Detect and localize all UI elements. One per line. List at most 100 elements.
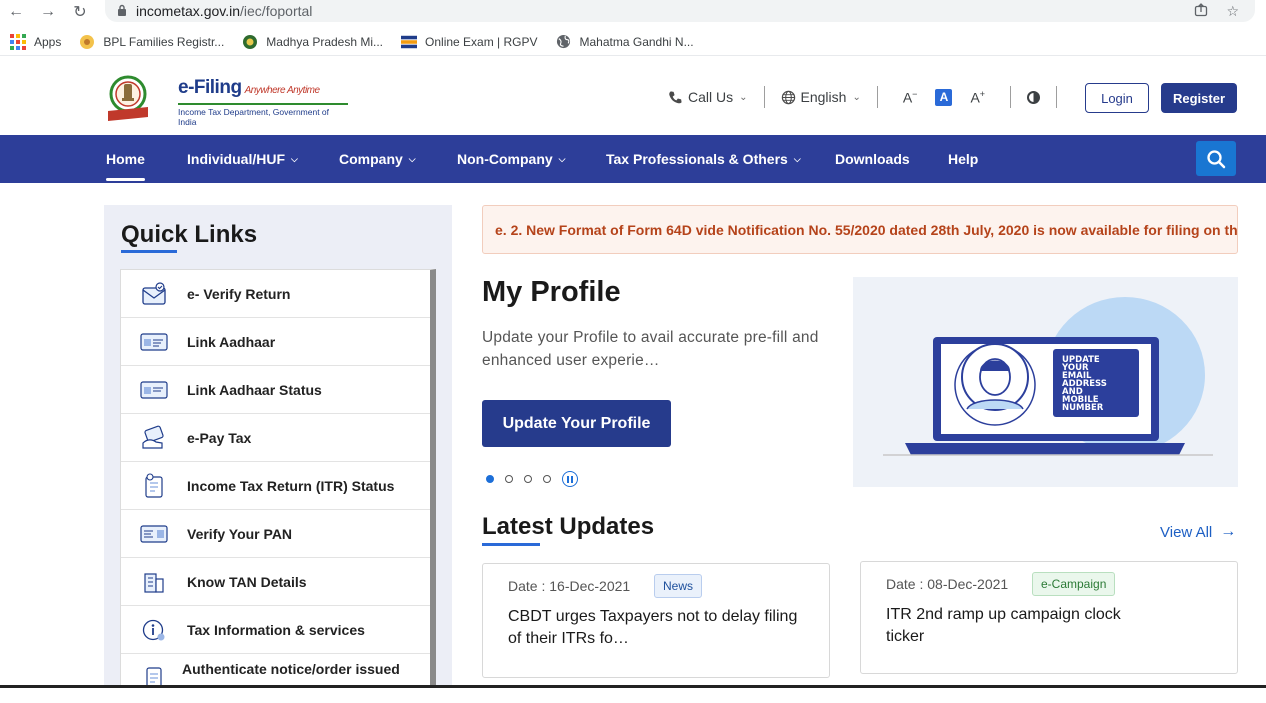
divider bbox=[1010, 86, 1012, 108]
nav-tax-professionals[interactable]: Tax Professionals & Others ⌵ bbox=[606, 135, 801, 183]
update-date: Date : 08-Dec-2021 bbox=[886, 576, 1009, 592]
quick-links-panel: Quick Links e- Verify Return Link Aadhaa… bbox=[104, 205, 452, 685]
pay-tax-icon bbox=[139, 425, 169, 451]
contrast-icon[interactable] bbox=[1027, 90, 1041, 104]
pan-card-icon bbox=[139, 521, 169, 547]
title-underline bbox=[482, 543, 540, 546]
update-card[interactable]: Date : 08-Dec-2021 e-Campaign ITR 2nd ra… bbox=[860, 561, 1238, 674]
carousel-dot[interactable] bbox=[505, 475, 513, 483]
nav-individual-huf[interactable]: Individual/HUF ⌵ bbox=[187, 135, 298, 183]
divider bbox=[1056, 86, 1058, 108]
carousel-dot[interactable] bbox=[486, 475, 494, 483]
site-header: e-Filing Anywhere Anytime Income Tax Depa… bbox=[0, 60, 1266, 135]
bookmark-apps[interactable]: Apps bbox=[10, 33, 61, 50]
view-all-link[interactable]: View All → bbox=[1160, 523, 1236, 541]
register-button[interactable]: Register bbox=[1161, 83, 1237, 113]
my-profile-title: My Profile bbox=[482, 276, 621, 308]
verify-return-icon bbox=[139, 281, 169, 307]
title-underline bbox=[121, 250, 177, 253]
font-increase-button[interactable]: A+ bbox=[970, 89, 985, 106]
bookmark-mp[interactable]: Madhya Pradesh Mi... bbox=[242, 34, 383, 50]
main-navigation: Home Individual/HUF ⌵ Company ⌵ Non-Compan… bbox=[0, 135, 1266, 183]
news-badge: News bbox=[654, 574, 703, 598]
globe-icon bbox=[781, 90, 796, 105]
itr-status-icon bbox=[139, 472, 169, 499]
update-headline: ITR 2nd ramp up campaign clock ticker bbox=[886, 606, 1121, 645]
quick-link-e-pay-tax[interactable]: e-Pay Tax bbox=[121, 414, 430, 462]
campaign-badge: e-Campaign bbox=[1032, 572, 1116, 596]
nav-help[interactable]: Help bbox=[948, 135, 978, 183]
bookmark-favicon bbox=[401, 34, 418, 50]
aadhaar-status-icon bbox=[139, 377, 169, 403]
update-profile-button[interactable]: Update Your Profile bbox=[482, 400, 671, 447]
search-icon bbox=[1206, 149, 1226, 169]
quick-link-authenticate-notice[interactable]: Authenticate notice/order issued by ITD bbox=[121, 654, 430, 685]
quick-link-link-aadhaar[interactable]: Link Aadhaar bbox=[121, 318, 430, 366]
aadhaar-card-icon bbox=[139, 329, 169, 355]
star-icon[interactable]: ☆ bbox=[1226, 3, 1239, 20]
bookmark-favicon bbox=[242, 34, 258, 50]
bookmark-bpl[interactable]: BPL Families Registr... bbox=[79, 34, 224, 50]
bookmarks-bar: Apps BPL Families Registr... Madhya Prad… bbox=[0, 28, 1266, 56]
globe-icon bbox=[556, 34, 572, 50]
quick-link-tax-information[interactable]: Tax Information & services bbox=[121, 606, 430, 654]
lock-icon bbox=[117, 4, 127, 19]
chevron-down-icon: ⌵ bbox=[291, 153, 298, 164]
quick-links-title: Quick Links bbox=[121, 221, 258, 248]
language-selector[interactable]: English ⌄ bbox=[781, 89, 861, 105]
document-icon bbox=[139, 664, 169, 685]
login-button[interactable]: Login bbox=[1085, 83, 1149, 113]
chevron-down-icon: ⌄ bbox=[739, 91, 748, 103]
bookmark-mgnrega[interactable]: Mahatma Gandhi N... bbox=[556, 34, 694, 50]
nav-home[interactable]: Home bbox=[106, 135, 145, 183]
update-card[interactable]: Date : 16-Dec-2021 News CBDT urges Taxpa… bbox=[482, 563, 830, 678]
chevron-down-icon: ⌄ bbox=[852, 91, 861, 103]
back-icon[interactable]: ← bbox=[0, 0, 32, 24]
divider bbox=[876, 86, 878, 108]
bookmark-favicon bbox=[79, 34, 95, 50]
divider bbox=[763, 86, 765, 108]
bookmark-rgpv[interactable]: Online Exam | RGPV bbox=[401, 34, 538, 50]
efiling-logo[interactable]: e-Filing Anywhere Anytime Income Tax Depa… bbox=[106, 73, 348, 127]
nav-non-company[interactable]: Non-Company ⌵ bbox=[457, 135, 566, 183]
share-icon[interactable] bbox=[1194, 3, 1208, 20]
quick-link-verify-pan[interactable]: Verify Your PAN bbox=[121, 510, 430, 558]
call-us-button[interactable]: Call Us ⌄ bbox=[668, 89, 748, 105]
apps-grid-icon bbox=[10, 33, 26, 50]
taskbar-edge bbox=[0, 685, 1266, 688]
carousel-indicators bbox=[486, 471, 578, 487]
building-icon bbox=[139, 569, 169, 595]
my-profile-description: Update your Profile to avail accurate pr… bbox=[482, 329, 819, 369]
quick-link-itr-status[interactable]: Income Tax Return (ITR) Status bbox=[121, 462, 430, 510]
carousel-pause-icon[interactable] bbox=[562, 471, 578, 487]
nav-downloads[interactable]: Downloads bbox=[835, 135, 910, 183]
emblem-icon bbox=[106, 73, 174, 121]
info-icon bbox=[139, 617, 169, 643]
quick-links-list[interactable]: e- Verify Return Link Aadhaar Link Aadha… bbox=[120, 269, 436, 685]
search-button[interactable] bbox=[1196, 141, 1236, 176]
carousel-dot[interactable] bbox=[524, 475, 532, 483]
phone-icon bbox=[668, 90, 683, 105]
laptop-illustration: UPDATE YOUR EMAIL ADDRESS AND MOBILE NUM… bbox=[853, 277, 1238, 487]
reload-icon[interactable]: ↻ bbox=[64, 0, 96, 24]
url-path: /iec/foportal bbox=[240, 3, 313, 19]
quick-link-e-verify-return[interactable]: e- Verify Return bbox=[121, 270, 430, 318]
announcement-ticker[interactable]: e. 2. New Format of Form 64D vide Notifi… bbox=[482, 205, 1238, 254]
visual-text-6: NUMBER bbox=[1062, 403, 1104, 413]
font-decrease-button[interactable]: A− bbox=[903, 89, 918, 106]
address-bar[interactable]: incometax.gov.in/iec/foportal ☆ bbox=[105, 0, 1255, 22]
nav-company[interactable]: Company ⌵ bbox=[339, 135, 416, 183]
logo-title: e-Filing Anywhere Anytime bbox=[178, 77, 320, 98]
chevron-down-icon: ⌵ bbox=[793, 153, 801, 164]
arrow-right-icon: → bbox=[1220, 523, 1237, 540]
latest-updates-title: Latest Updates bbox=[482, 513, 655, 540]
header-tools: Call Us ⌄ English ⌄ A− A A+ bbox=[668, 84, 1073, 110]
font-normal-button[interactable]: A bbox=[935, 88, 953, 106]
carousel-dot[interactable] bbox=[543, 475, 551, 483]
update-headline: CBDT urges Taxpayers not to delay filing… bbox=[508, 608, 798, 647]
forward-icon[interactable]: → bbox=[32, 0, 64, 24]
quick-link-link-aadhaar-status[interactable]: Link Aadhaar Status bbox=[121, 366, 430, 414]
quick-link-know-tan[interactable]: Know TAN Details bbox=[121, 558, 430, 606]
logo-subtitle: Income Tax Department, Government of Ind… bbox=[178, 103, 348, 127]
chevron-down-icon: ⌵ bbox=[558, 153, 566, 164]
